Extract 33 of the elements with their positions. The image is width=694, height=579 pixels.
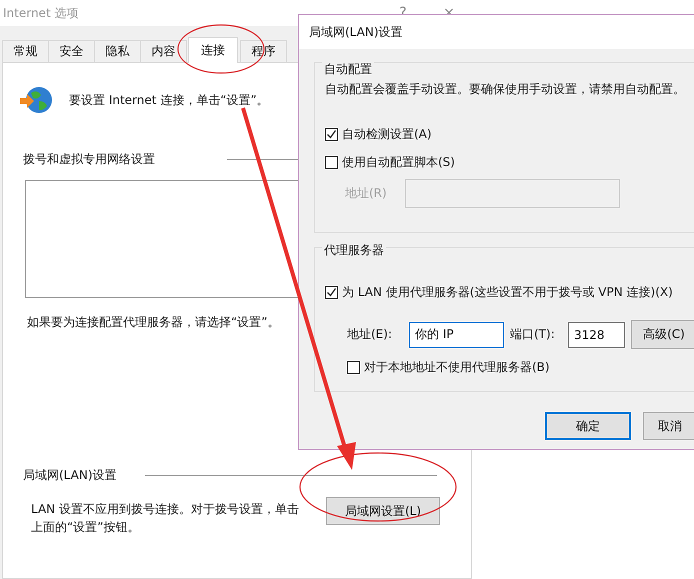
proxy-hint: 如果要为连接配置代理服务器，请选择“设置”。 bbox=[27, 314, 280, 331]
intro-text: 要设置 Internet 连接，单击“设置”。 bbox=[69, 92, 269, 108]
checkbox-label: 对于本地地址不使用代理服务器(B) bbox=[364, 358, 550, 376]
group-legend: 自动配置 bbox=[322, 61, 374, 78]
field-label: 端口(T): bbox=[510, 326, 556, 343]
section-heading: 拨号和虚拟专用网络设置 bbox=[23, 151, 155, 168]
tab[interactable]: 常规 bbox=[2, 40, 49, 62]
tab[interactable]: 内容 bbox=[140, 40, 187, 62]
checkbox[interactable] bbox=[325, 128, 338, 140]
lan-note: 上面的“设置”按钮。 bbox=[31, 519, 140, 536]
tab[interactable]: 程序 bbox=[240, 40, 287, 62]
globe-icon bbox=[19, 85, 53, 115]
ok-button[interactable]: 确定 bbox=[545, 412, 631, 440]
dialog-title: 局域网(LAN)设置 bbox=[309, 24, 403, 40]
checkbox[interactable] bbox=[347, 360, 360, 374]
checkbox-label: 自动检测设置(A) bbox=[342, 126, 432, 142]
checkbox[interactable] bbox=[325, 156, 338, 168]
tab[interactable]: 连接 bbox=[188, 37, 238, 63]
port-field[interactable]: 3128 bbox=[568, 322, 625, 348]
advanced-button[interactable]: 高级(C) bbox=[631, 320, 694, 349]
lan-settings-button[interactable]: 局域网设置(L) bbox=[326, 497, 440, 525]
group-legend: 代理服务器 bbox=[322, 242, 386, 259]
address-field[interactable]: 你的 IP bbox=[409, 322, 504, 348]
description-text: 自动配置会覆盖手动设置。要确保使用手动设置，请禁用自动配置。 bbox=[325, 81, 686, 98]
section-heading: 局域网(LAN)设置 bbox=[23, 467, 117, 484]
field-label: 地址(R) bbox=[345, 185, 387, 202]
cancel-button[interactable]: 取消 bbox=[643, 412, 694, 440]
field-label: 地址(E): bbox=[347, 326, 393, 343]
window-title: Internet 选项 bbox=[3, 4, 78, 22]
lan-note: LAN 设置不应用到拨号连接。对于拨号设置，单击 bbox=[31, 501, 300, 518]
checkbox-label: 使用自动配置脚本(S) bbox=[342, 154, 455, 170]
checkbox[interactable] bbox=[325, 286, 338, 298]
checkbox-label: 为 LAN 使用代理服务器(这些设置不用于拨号或 VPN 连接)(X) bbox=[342, 284, 673, 300]
